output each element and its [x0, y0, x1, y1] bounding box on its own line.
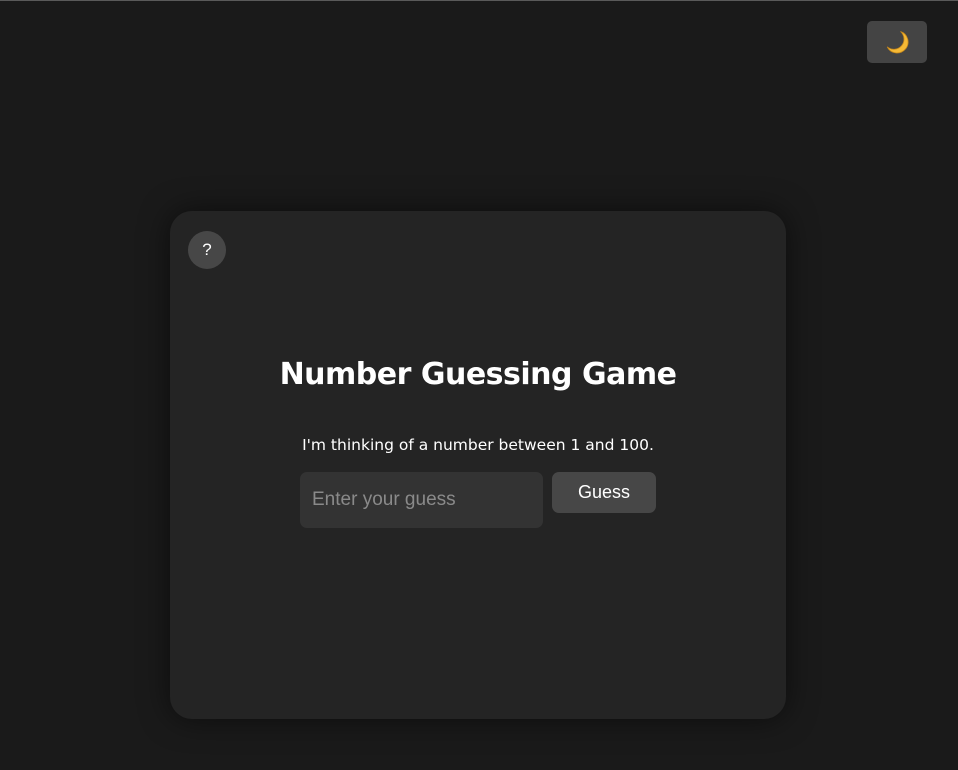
page-title: Number Guessing Game: [279, 357, 677, 392]
moon-icon: [884, 29, 910, 55]
game-card: ? Number Guessing Game I'm thinking of a…: [170, 211, 786, 719]
guess-input[interactable]: [300, 472, 543, 528]
guess-button[interactable]: Guess: [552, 472, 656, 513]
help-button[interactable]: ?: [188, 231, 226, 269]
theme-toggle-button[interactable]: [867, 21, 927, 63]
game-instruction: I'm thinking of a number between 1 and 1…: [302, 436, 654, 454]
